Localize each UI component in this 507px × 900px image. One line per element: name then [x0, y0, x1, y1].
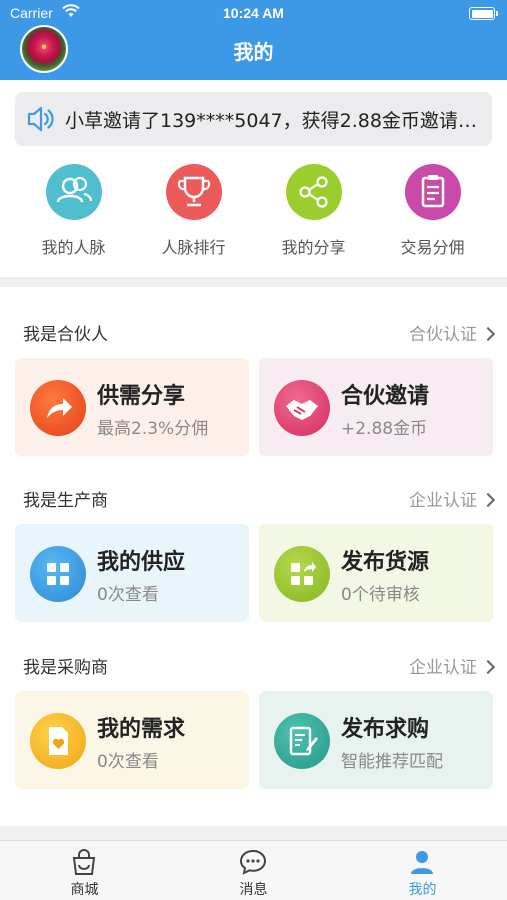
share-arrow-icon: [30, 380, 86, 436]
grid-icon: [30, 546, 86, 602]
card-my-supply[interactable]: 我的供应 0次查看: [15, 524, 249, 622]
bottom-divider: [0, 826, 507, 840]
card-my-demand[interactable]: 我的需求 0次查看: [15, 691, 249, 789]
notice-bar[interactable]: 小草邀请了139****5047，获得2.88金币邀请奖励: [15, 92, 492, 146]
share-icon: [285, 164, 342, 220]
clipboard-icon: [404, 164, 461, 220]
card-publish-supply[interactable]: 发布货源 0个待审核: [259, 524, 493, 622]
trophy-icon: [165, 164, 222, 220]
quick-action-label: 我的人脉: [41, 238, 106, 257]
quick-action-ranking[interactable]: 人脉排行: [130, 164, 257, 264]
section-link-label: 合伙认证: [409, 325, 477, 345]
card-subtitle: 0个待审核: [341, 585, 420, 605]
section-divider: [0, 277, 507, 287]
chevron-right-icon: [480, 326, 496, 342]
status-bar: Carrier 10:24 AM: [0, 0, 507, 28]
enterprise-certification-link[interactable]: 企业认证: [409, 653, 496, 678]
tab-label: 我的: [408, 882, 437, 898]
page-title: 我的: [233, 40, 274, 64]
card-publish-demand[interactable]: 发布求购 智能推荐匹配: [259, 691, 493, 789]
card-title: 我的供应: [97, 550, 186, 575]
tab-label: 消息: [239, 882, 268, 898]
card-title: 供需分享: [97, 384, 186, 409]
clock: 10:24 AM: [223, 5, 284, 21]
user-icon: [411, 851, 433, 874]
section-title-manufacturer: 我是生产商: [23, 491, 108, 511]
shopping-bag-icon: [72, 849, 96, 875]
card-partner-invite[interactable]: 合伙邀请 +2.88金币: [259, 358, 493, 456]
card-subtitle: 0次查看: [97, 752, 159, 772]
card-title: 发布求购: [341, 717, 430, 742]
tab-bar: 商城 消息 我的: [0, 840, 507, 900]
edit-document-icon: [274, 713, 330, 769]
card-supply-demand-share[interactable]: 供需分享 最高2.3%分佣: [15, 358, 249, 456]
quick-action-label: 人脉排行: [161, 238, 226, 257]
card-subtitle: 智能推荐匹配: [341, 752, 443, 772]
tab-label: 商城: [70, 882, 99, 898]
quick-action-contacts[interactable]: 我的人脉: [10, 164, 137, 264]
card-subtitle: +2.88金币: [341, 419, 428, 439]
card-title: 合伙邀请: [341, 384, 430, 409]
section-title-buyer: 我是采购商: [23, 658, 108, 678]
publish-icon: [274, 546, 330, 602]
tab-mall[interactable]: 商城: [0, 841, 169, 900]
section-link-label: 企业认证: [409, 658, 477, 678]
notice-text: 小草邀请了139****5047，获得2.88金币邀请奖励: [65, 110, 485, 132]
card-subtitle: 最高2.3%分佣: [97, 419, 209, 439]
battery-icon: [469, 7, 498, 20]
document-heart-icon: [30, 713, 86, 769]
quick-action-commission[interactable]: 交易分佣: [369, 164, 496, 264]
quick-action-label: 我的分享: [281, 238, 346, 257]
partner-certification-link[interactable]: 合伙认证: [409, 320, 496, 345]
card-subtitle: 0次查看: [97, 585, 159, 605]
section-title-partner: 我是合伙人: [23, 325, 108, 345]
chat-bubble-icon: [239, 849, 267, 875]
quick-action-label: 交易分佣: [400, 238, 465, 257]
speaker-icon: [27, 106, 54, 132]
quick-action-share[interactable]: 我的分享: [250, 164, 377, 264]
handshake-icon: [274, 380, 330, 436]
card-title: 我的需求: [97, 717, 186, 742]
chevron-right-icon: [480, 659, 496, 675]
tab-messages[interactable]: 消息: [169, 841, 338, 900]
header: Carrier 10:24 AM 我的: [0, 0, 507, 80]
enterprise-certification-link[interactable]: 企业认证: [409, 486, 496, 511]
card-title: 发布货源: [341, 550, 430, 575]
chevron-right-icon: [480, 492, 496, 508]
contacts-icon: [45, 164, 102, 220]
tab-mine[interactable]: 我的: [338, 841, 507, 900]
section-link-label: 企业认证: [409, 491, 477, 511]
